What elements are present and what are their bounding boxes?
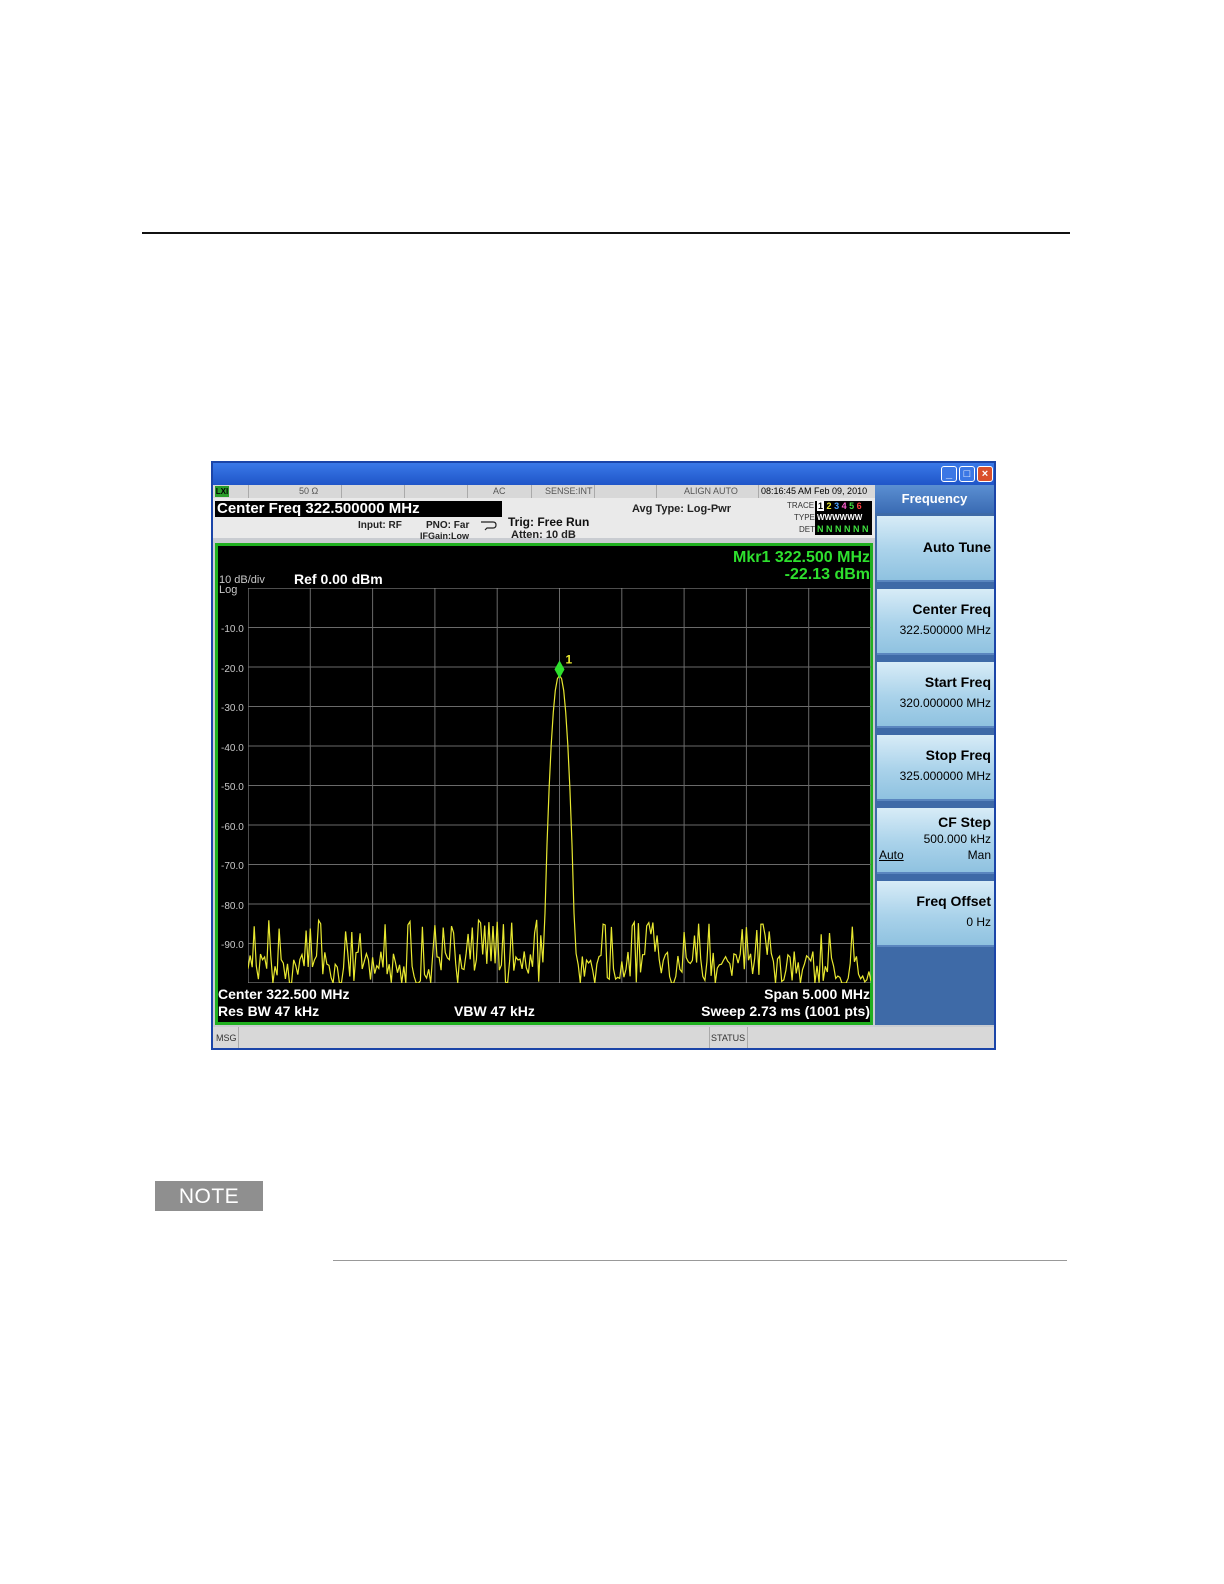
bottom-rule — [333, 1260, 1067, 1261]
maximize-icon[interactable]: □ — [959, 466, 975, 482]
y-tick-label: -60.0 — [221, 822, 244, 833]
y-tick-label: -20.0 — [221, 664, 244, 675]
xr-logo-icon: LXI — [215, 486, 229, 497]
marker-level-readout: -22.13 dBm — [784, 566, 870, 583]
analyzer-window: _ □ × LXI 50 Ω AC SENSE:INT ALIGN AUTO 0… — [211, 461, 996, 1050]
y-tick-label: -50.0 — [221, 782, 244, 793]
avg-type-text: Avg Type: Log-Pwr — [632, 503, 731, 515]
impedance-text: 50 Ω — [299, 486, 319, 496]
y-tick-label: -40.0 — [221, 743, 244, 754]
marker-1-label: 1 — [566, 652, 573, 666]
y-tick-label: -80.0 — [221, 901, 244, 912]
measurement-header: Center Freq 322.500000 MHz Input: RF PNO… — [213, 498, 875, 541]
res-bw-text: Res BW 47 kHz — [218, 1003, 320, 1019]
sense-text: SENSE:INT — [545, 486, 593, 496]
trace-det-row: N N N N N N — [817, 524, 869, 534]
trig-text: Trig: Free Run — [508, 515, 590, 529]
y-tick-label: -30.0 — [221, 703, 244, 714]
freq-offset-button[interactable]: Freq Offset 0 Hz — [877, 881, 994, 947]
center-text: Center 322.500 MHz — [218, 986, 350, 1002]
datetime-text: 08:16:45 AM Feb 09, 2010 — [761, 486, 868, 496]
ifgain-text: IFGain:Low — [420, 531, 469, 541]
cf-step-auto-option: Auto — [879, 848, 904, 862]
trigger-icon — [481, 521, 497, 531]
sweep-text: Sweep 2.73 ms (1001 pts) — [701, 1003, 870, 1019]
det-label: DET — [799, 525, 815, 534]
minimize-icon[interactable]: _ — [941, 466, 957, 482]
msg-label: MSG — [216, 1033, 237, 1043]
trace-label: TRACE — [787, 501, 815, 510]
atten-text: Atten: 10 dB — [511, 529, 576, 541]
y-tick-label: -90.0 — [221, 940, 244, 951]
marker-freq-readout: Mkr1 322.500 MHz — [733, 549, 870, 566]
note-badge: NOTE — [155, 1181, 263, 1211]
type-label: TYPE — [794, 513, 815, 522]
stop-freq-button[interactable]: Stop Freq 325.000000 MHz — [877, 735, 994, 801]
cf-step-man-option: Man — [967, 848, 991, 862]
trace-numbers: 1 2 3 4 5 6 — [817, 501, 862, 511]
span-text: Span 5.000 MHz — [764, 986, 870, 1002]
align-text: ALIGN AUTO — [684, 486, 738, 496]
marker-1-icon — [554, 660, 565, 679]
close-icon[interactable]: × — [977, 466, 993, 482]
center-freq-button[interactable]: Center Freq 322.500000 MHz — [877, 589, 994, 655]
graticule: 1 — [248, 588, 871, 983]
auto-tune-button[interactable]: Auto Tune — [877, 516, 994, 582]
ref-level-text: Ref 0.00 dBm — [294, 571, 383, 587]
window-titlebar: _ □ × — [213, 463, 994, 485]
status-strip: LXI 50 Ω AC SENSE:INT ALIGN AUTO 08:16:4… — [213, 485, 875, 498]
start-freq-button[interactable]: Start Freq 320.000000 MHz — [877, 662, 994, 728]
status-label: STATUS — [711, 1033, 746, 1043]
input-text: Input: RF — [358, 520, 402, 531]
top-rule — [142, 232, 1070, 234]
menu-title: Frequency — [875, 485, 994, 513]
softkey-panel: Frequency Auto Tune Center Freq 322.5000… — [875, 485, 994, 1025]
message-bar: MSG STATUS — [213, 1027, 994, 1048]
analyzer-client-area: LXI 50 Ω AC SENSE:INT ALIGN AUTO 08:16:4… — [213, 485, 994, 1048]
vbw-text: VBW 47 kHz — [454, 1003, 535, 1019]
cf-step-button[interactable]: CF Step 500.000 kHz Auto Man — [877, 808, 994, 874]
log-text: Log — [219, 584, 238, 596]
coupling-text: AC — [493, 486, 506, 496]
pno-text: PNO: Far — [426, 520, 470, 531]
spectrum-plot: 10 dB/div Log Ref 0.00 dBm Mkr1 322.500 … — [215, 543, 873, 1025]
y-tick-label: -70.0 — [221, 861, 244, 872]
y-tick-label: -10.0 — [221, 624, 244, 635]
center-freq-readout[interactable]: Center Freq 322.500000 MHz — [215, 501, 502, 517]
trace-type-row: WWWWWW — [817, 513, 863, 522]
